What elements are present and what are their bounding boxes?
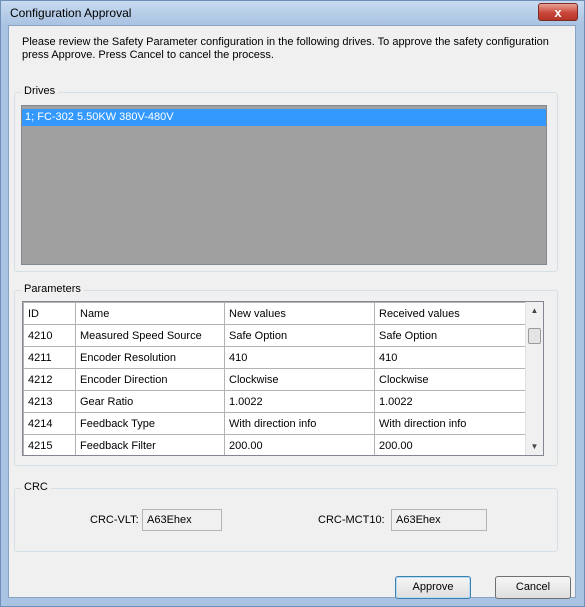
approve-button[interactable]: Approve bbox=[395, 576, 471, 599]
cell-received-value: Safe Option bbox=[374, 324, 529, 347]
vertical-scrollbar[interactable]: ▲ ▼ bbox=[525, 302, 543, 455]
cell-id: 4214 bbox=[23, 412, 76, 435]
table-row[interactable]: 4210 Measured Speed Source Safe Option S… bbox=[23, 324, 529, 347]
cell-new-value: 410 bbox=[224, 346, 375, 369]
column-header-received-values[interactable]: Received values bbox=[374, 302, 529, 325]
crc-vlt-field: A63Ehex bbox=[142, 509, 222, 531]
column-header-new-values[interactable]: New values bbox=[224, 302, 375, 325]
cell-new-value: With direction info bbox=[224, 412, 375, 435]
crc-group-label: CRC bbox=[21, 481, 51, 493]
drives-group-label: Drives bbox=[21, 85, 59, 97]
cell-received-value: Clockwise bbox=[374, 368, 529, 391]
dialog-body: Please review the Safety Parameter confi… bbox=[8, 25, 576, 599]
cell-new-value: 200.00 bbox=[224, 434, 375, 455]
parameters-group: Parameters ID Name New values Received v… bbox=[14, 283, 558, 466]
drives-list[interactable]: 1; FC-302 5.50KW 380V-480V bbox=[21, 105, 547, 265]
parameters-table-container: ID Name New values Received values 4210 … bbox=[22, 301, 544, 456]
configuration-approval-window: Configuration Approval x Please review t… bbox=[0, 0, 585, 607]
cell-name: Measured Speed Source bbox=[75, 324, 225, 347]
cell-name: Feedback Type bbox=[75, 412, 225, 435]
cell-id: 4212 bbox=[23, 368, 76, 391]
cancel-button[interactable]: Cancel bbox=[495, 576, 571, 599]
crc-mct10-field: A63Ehex bbox=[391, 509, 487, 531]
cell-new-value: Clockwise bbox=[224, 368, 375, 391]
scroll-down-arrow-icon[interactable]: ▼ bbox=[526, 438, 543, 455]
crc-group: CRC CRC-VLT: A63Ehex CRC-MCT10: A63Ehex bbox=[14, 481, 558, 552]
table-row[interactable]: 4212 Encoder Direction Clockwise Clockwi… bbox=[23, 368, 529, 391]
cell-received-value: 1.0022 bbox=[374, 390, 529, 413]
cell-received-value: 200.00 bbox=[374, 434, 529, 455]
cell-new-value: 1.0022 bbox=[224, 390, 375, 413]
cell-id: 4215 bbox=[23, 434, 76, 455]
cell-id: 4210 bbox=[23, 324, 76, 347]
cell-new-value: Safe Option bbox=[224, 324, 375, 347]
scroll-up-arrow-icon[interactable]: ▲ bbox=[526, 302, 543, 319]
cell-received-value: 410 bbox=[374, 346, 529, 369]
window-title: Configuration Approval bbox=[10, 6, 132, 20]
parameters-group-label: Parameters bbox=[21, 283, 84, 295]
table-header-row: ID Name New values Received values bbox=[23, 302, 529, 325]
crc-mct10-label: CRC-MCT10: bbox=[318, 514, 385, 526]
cell-name: Gear Ratio bbox=[75, 390, 225, 413]
drive-list-item[interactable]: 1; FC-302 5.50KW 380V-480V bbox=[22, 109, 546, 126]
table-row[interactable]: 4213 Gear Ratio 1.0022 1.0022 bbox=[23, 390, 529, 413]
table-row[interactable]: 4215 Feedback Filter 200.00 200.00 bbox=[23, 434, 529, 455]
cell-id: 4213 bbox=[23, 390, 76, 413]
close-icon: x bbox=[554, 5, 562, 20]
cell-name: Encoder Direction bbox=[75, 368, 225, 391]
column-header-id[interactable]: ID bbox=[23, 302, 76, 325]
title-bar[interactable]: Configuration Approval x bbox=[1, 1, 584, 25]
crc-vlt-label: CRC-VLT: bbox=[90, 514, 139, 526]
cell-id: 4211 bbox=[23, 346, 76, 369]
parameters-table: ID Name New values Received values 4210 … bbox=[23, 302, 529, 455]
drives-group: Drives 1; FC-302 5.50KW 380V-480V bbox=[14, 85, 558, 272]
table-row[interactable]: 4211 Encoder Resolution 410 410 bbox=[23, 346, 529, 369]
close-button[interactable]: x bbox=[538, 3, 578, 21]
scrollbar-thumb[interactable] bbox=[528, 328, 541, 344]
cell-name: Encoder Resolution bbox=[75, 346, 225, 369]
cell-received-value: With direction info bbox=[374, 412, 529, 435]
cell-name: Feedback Filter bbox=[75, 434, 225, 455]
table-row[interactable]: 4214 Feedback Type With direction info W… bbox=[23, 412, 529, 435]
instructions-text: Please review the Safety Parameter confi… bbox=[22, 36, 549, 61]
column-header-name[interactable]: Name bbox=[75, 302, 225, 325]
